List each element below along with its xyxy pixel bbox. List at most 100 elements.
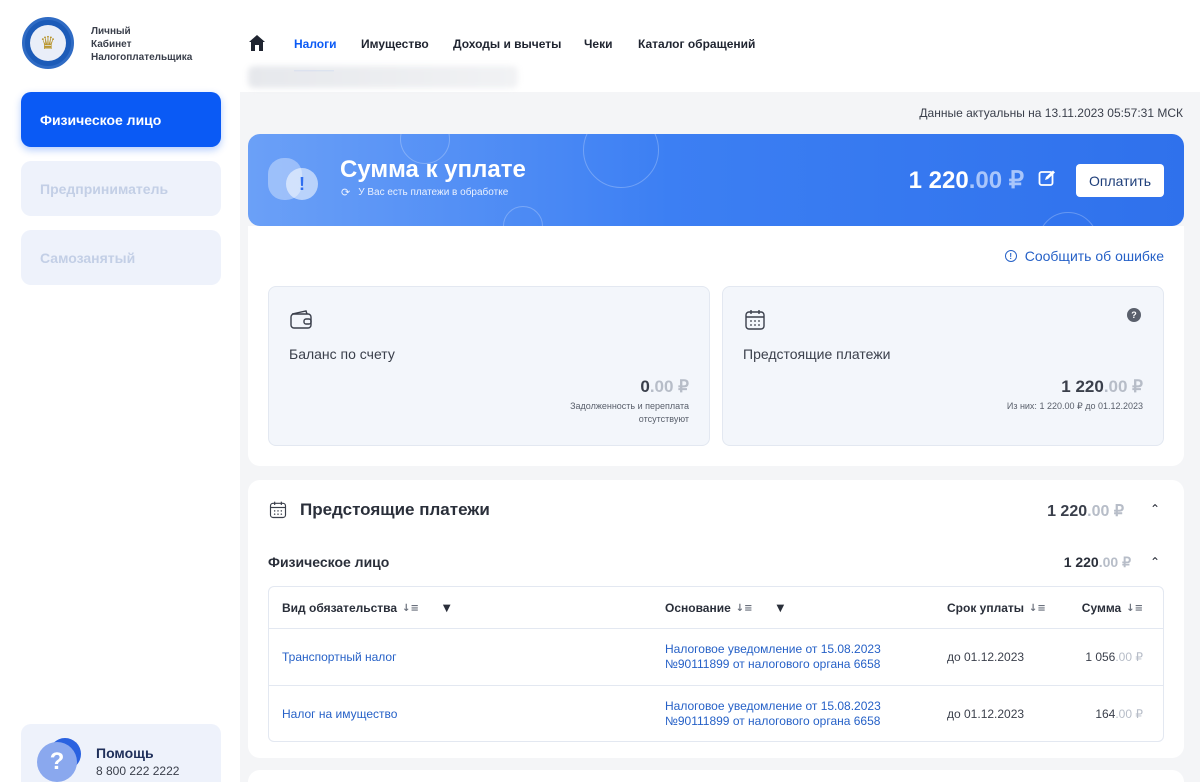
payments-total-int: 1 220 — [1047, 503, 1088, 520]
upcoming-note: Из них: 1 220.00 ₽ до 01.12.2023 — [1006, 401, 1143, 411]
amount-due-banner: ! Сумма к уплате ⟳ У Вас есть платежи в … — [248, 134, 1184, 226]
brand-logo-link[interactable]: ♛ Личный Кабинет Налогоплательщика — [22, 17, 192, 69]
help-tooltip-icon[interactable]: ? — [1127, 308, 1141, 322]
balance-note-line-1: Задолженность и переплата — [570, 401, 689, 411]
sort-icon[interactable]: ↓≡ — [1126, 603, 1143, 614]
payments-total-dec: .00 ₽ — [1087, 503, 1124, 520]
brand-line-2: Кабинет — [91, 39, 132, 50]
calendar-icon — [745, 310, 765, 330]
help-panel[interactable]: ? Помощь 8 800 222 2222 — [21, 724, 221, 782]
collapse-group-chevron-up-icon[interactable]: ⌃ — [1150, 555, 1160, 569]
column-header-due-label: Срок уплаты — [947, 601, 1025, 615]
sidebar-item-self-employed[interactable]: Самозанятый — [21, 230, 221, 285]
amount: 164.00 ₽ — [1095, 707, 1143, 721]
data-actual-timestamp: Данные актуальны на 13.11.2023 05:57:31 … — [919, 106, 1183, 120]
table-row: Налог на имущество Налоговое уведомление… — [269, 686, 1163, 741]
basis-line-1: Налоговое уведомление от 15.08.2023 — [665, 642, 881, 656]
processing-notice: ⟳ У Вас есть платежи в обработке — [341, 186, 508, 199]
column-header-sum-label: Сумма — [1081, 601, 1122, 615]
upcoming-label: Предстоящие платежи — [743, 346, 891, 362]
upcoming-payments-card: Предстоящие платежи 1 220.00 ₽ ⌃ Физичес… — [248, 480, 1184, 758]
basis-line-1: Налоговое уведомление от 15.08.2023 — [665, 699, 881, 713]
payments-table: Вид обязательства ↓≡ ▼ Основание ↓≡ ▼ Ср… — [268, 586, 1164, 742]
banner-amount: 1 220.00 ₽ — [909, 166, 1024, 195]
group-total-int: 1 220 — [1063, 554, 1099, 570]
processing-notice-text: У Вас есть платежи в обработке — [358, 187, 509, 198]
filter-icon[interactable]: ▼ — [777, 603, 785, 614]
brand-title: Личный Кабинет Налогоплательщика — [91, 25, 192, 64]
table-header: Вид обязательства ↓≡ ▼ Основание ↓≡ ▼ Ср… — [269, 587, 1163, 629]
nav-tab-receipts[interactable]: Чеки — [584, 37, 613, 51]
fns-emblem-icon: ♛ — [22, 17, 74, 69]
sidebar: ♛ Личный Кабинет Налогоплательщика Физич… — [0, 0, 240, 782]
info-icon: ! — [1004, 250, 1017, 262]
column-header-type-label: Вид обязательства — [282, 601, 398, 615]
amount-int: 1 056 — [1085, 650, 1116, 664]
coins-alert-icon: ! — [268, 154, 320, 206]
basis-line-2: №90111899 от налогового органа 6658 — [665, 657, 881, 671]
report-error-link[interactable]: ! Сообщить об ошибке — [1004, 248, 1164, 264]
banner-title: Сумма к уплате — [340, 156, 526, 183]
amount: 1 056.00 ₽ — [1085, 650, 1143, 664]
balance-box: Баланс по счету 0.00 ₽ Задолженность и п… — [268, 286, 710, 446]
sidebar-item-entrepreneur[interactable]: Предприниматель — [21, 161, 221, 216]
summary-card: ! Сообщить об ошибке Баланс по счету 0.0… — [248, 226, 1184, 466]
sort-icon[interactable]: ↓≡ — [736, 603, 753, 614]
group-total-dec: .00 ₽ — [1098, 554, 1131, 570]
basis-link[interactable]: Налоговое уведомление от 15.08.2023 №901… — [665, 642, 881, 672]
balance-label: Баланс по счету — [289, 346, 395, 362]
amount-dec: .00 ₽ — [1115, 707, 1143, 721]
upcoming-payments-box[interactable]: ? Предстоящие платежи 1 220.00 ₽ Из них:… — [722, 286, 1164, 446]
balance-amount: 0.00 ₽ — [640, 377, 689, 397]
wallet-icon — [290, 310, 312, 329]
next-card-edge — [248, 770, 1184, 782]
brand-line-3: Налогоплательщика — [91, 52, 193, 63]
nav-tab-requests-catalog[interactable]: Каталог обращений — [638, 37, 755, 51]
balance-amount-dec: .00 ₽ — [649, 377, 689, 396]
banner-amount-dec: .00 ₽ — [968, 167, 1024, 194]
edit-icon[interactable] — [1038, 169, 1056, 187]
amount-int: 164 — [1095, 707, 1116, 721]
group-total: 1 220.00 ₽ — [1064, 554, 1131, 571]
nav-tab-property[interactable]: Имущество — [361, 37, 429, 51]
upcoming-amount-dec: .00 ₽ — [1103, 377, 1143, 396]
help-title: Помощь — [96, 745, 154, 761]
payments-title: Предстоящие платежи — [300, 500, 490, 519]
balance-amount-int: 0 — [640, 377, 650, 396]
column-header-basis[interactable]: Основание ↓≡ ▼ — [665, 601, 784, 615]
help-phone[interactable]: 8 800 222 2222 — [96, 764, 179, 778]
pay-button[interactable]: Оплатить — [1076, 164, 1164, 197]
sort-icon[interactable]: ↓≡ — [402, 603, 419, 614]
column-header-due[interactable]: Срок уплаты ↓≡ — [947, 601, 1046, 615]
top-navigation: Налоги Имущество Доходы и вычеты Чеки Ка… — [248, 0, 1200, 72]
balance-note-line-2: отсутствуют — [638, 414, 689, 424]
obligation-type-link[interactable]: Налог на имущество — [282, 707, 397, 721]
blurred-breadcrumb — [248, 66, 518, 88]
nav-tab-taxes[interactable]: Налоги — [294, 37, 337, 51]
obligation-type-link[interactable]: Транспортный налог — [282, 650, 397, 664]
filter-icon[interactable]: ▼ — [443, 603, 451, 614]
column-header-sum[interactable]: Сумма ↓≡ — [1082, 601, 1143, 615]
nav-tab-income[interactable]: Доходы и вычеты — [453, 37, 561, 51]
home-icon[interactable] — [248, 34, 266, 52]
table-row: Транспортный налог Налоговое уведомление… — [269, 629, 1163, 686]
help-question-icon: ? — [37, 738, 81, 782]
upcoming-amount-int: 1 220 — [1061, 377, 1104, 396]
calendar-icon — [269, 501, 287, 519]
sort-icon[interactable]: ↓≡ — [1029, 603, 1046, 614]
amount-dec: .00 ₽ — [1115, 650, 1143, 664]
due-date: до 01.12.2023 — [947, 707, 1025, 721]
column-header-basis-label: Основание — [665, 601, 731, 615]
basis-link[interactable]: Налоговое уведомление от 15.08.2023 №901… — [665, 699, 881, 729]
group-label: Физическое лицо — [268, 554, 390, 570]
refresh-icon: ⟳ — [341, 187, 351, 199]
collapse-payments-chevron-up-icon[interactable]: ⌃ — [1150, 502, 1160, 516]
sidebar-item-individual[interactable]: Физическое лицо — [21, 92, 221, 147]
due-date: до 01.12.2023 — [947, 650, 1025, 664]
column-header-type[interactable]: Вид обязательства ↓≡ ▼ — [282, 601, 451, 615]
basis-line-2: №90111899 от налогового органа 6658 — [665, 714, 881, 728]
balance-note: Задолженность и переплата отсутствуют — [570, 400, 689, 426]
banner-amount-int: 1 220 — [908, 167, 969, 194]
report-error-label: Сообщить об ошибке — [1024, 248, 1164, 264]
payments-total: 1 220.00 ₽ — [1047, 501, 1124, 521]
